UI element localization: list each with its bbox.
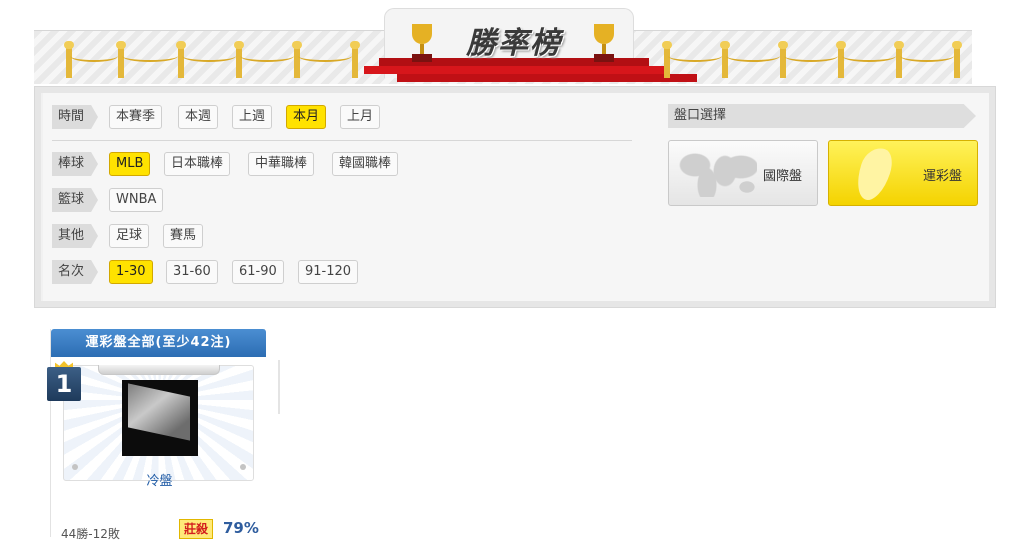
player-name[interactable]: 冷盤 [64,470,255,489]
world-map-icon [677,149,757,197]
baseball-option-npb[interactable]: 日本職棒 [164,152,231,176]
other-option-soccer[interactable]: 足球 [109,224,150,248]
column-divider [278,360,280,414]
filter-label-rank: 名次 [52,260,98,284]
time-option-last-month[interactable]: 上月 [340,105,381,129]
rope-post [952,41,962,78]
trophy-icon [408,24,436,64]
rank-option-31-60[interactable]: 31-60 [166,260,218,284]
player-photo-frame: 冷盤 [63,365,254,489]
sports-lottery-odds-button[interactable]: 運彩盤 [828,140,978,206]
rope [70,50,118,62]
filter-label-time: 時間 [52,105,98,129]
rope [182,50,236,62]
player-avatar[interactable] [122,380,198,456]
page-title: 勝率榜 [466,26,562,61]
time-option-this-week[interactable]: 本週 [178,105,219,129]
rope [726,50,780,62]
avatar-image [128,383,190,441]
rank-option-61-90[interactable]: 61-90 [232,260,284,284]
photo-frame-bar [98,365,220,375]
time-option-last-week[interactable]: 上週 [232,105,273,129]
trophy-icon [590,24,618,64]
basketball-option-wnba[interactable]: WNBA [109,188,164,212]
win-loss-record: 44勝-12敗 [61,527,120,541]
ranking-entry[interactable]: 冷盤 44勝-12敗 莊殺 79% [51,357,266,541]
ranking-card-header: 運彩盤全部(至少42注) [51,329,266,357]
rank-badge: 1 [47,367,81,401]
rope [900,50,954,62]
pankou-select-label: 盤口選擇 [668,104,976,128]
international-odds-label: 國際盤 [763,169,803,184]
rank-option-1-30[interactable]: 1-30 [109,260,153,284]
rope [668,50,722,62]
ranking-card: 運彩盤全部(至少42注) 冷盤 44勝-12敗 莊殺 79% 1 [47,329,266,541]
rope [298,50,352,62]
win-rate: 79% [223,519,259,537]
taiwan-map-icon [851,143,897,205]
time-option-this-month[interactable]: 本月 [286,105,327,129]
rank-option-91-120[interactable]: 91-120 [298,260,359,284]
rope [240,50,294,62]
stage-step [397,74,697,82]
rope [784,50,838,62]
other-option-horse-racing[interactable]: 賽馬 [163,224,204,248]
rope-post [350,41,360,78]
baseball-option-mlb[interactable]: MLB [109,152,151,176]
sports-lottery-odds-label: 運彩盤 [923,169,963,184]
baseball-option-kbo[interactable]: 韓國職棒 [332,152,399,176]
time-option-season[interactable]: 本賽季 [109,105,163,129]
filter-label-baseball: 棒球 [52,152,98,176]
filter-label-basketball: 籃球 [52,188,98,212]
rope [842,50,896,62]
filter-divider [52,140,632,141]
filter-label-other: 其他 [52,224,98,248]
stage-step [364,66,664,74]
baseball-option-cpbl[interactable]: 中華職棒 [248,152,315,176]
status-badge: 莊殺 [179,519,214,539]
leaderboard-banner: 勝率榜 [34,0,972,84]
rope [122,50,178,62]
international-odds-button[interactable]: 國際盤 [668,140,818,206]
